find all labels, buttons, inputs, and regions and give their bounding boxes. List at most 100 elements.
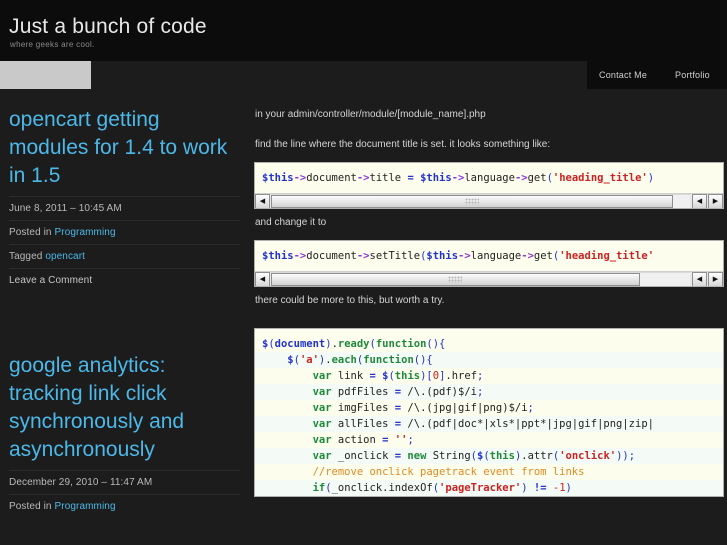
code-token: ; <box>527 402 534 414</box>
posted-in-label: Posted in <box>9 227 52 238</box>
code-token: each <box>331 354 357 366</box>
paragraph-change-it-to: and change it to <box>255 217 327 228</box>
code-token: language <box>464 172 515 184</box>
code-token: != <box>533 482 547 494</box>
code-token: this <box>394 370 421 382</box>
page-root: Just a bunch of code where geeks are coo… <box>0 0 727 545</box>
code-token: if <box>312 482 326 494</box>
post-title-link[interactable]: opencart getting modules for 1.4 to work… <box>0 90 250 196</box>
site-title[interactable]: Just a bunch of code <box>9 16 207 37</box>
code-token: -> <box>356 172 370 184</box>
category-link[interactable]: Programming <box>55 227 116 238</box>
code-token: )[ <box>420 370 433 382</box>
code-token: _onclick <box>331 450 395 462</box>
nav-bar: Contact Me Portfolio <box>0 61 727 90</box>
scroll-right-arrow-icon[interactable]: ▶ <box>708 194 723 208</box>
code-token: document <box>274 338 326 350</box>
nav-item-portfolio[interactable]: Portfolio <box>675 70 710 80</box>
code-token: (){ <box>426 338 446 350</box>
code-token: get <box>533 250 553 262</box>
code-token: -> <box>514 172 528 184</box>
code-token: var <box>312 386 332 398</box>
scroll-left-arrow-icon[interactable]: ◀ <box>692 194 707 208</box>
code-token: -> <box>356 250 370 262</box>
code-token: -> <box>451 172 465 184</box>
site-tagline: where geeks are cool. <box>10 40 95 49</box>
code-token: 'heading_title' <box>552 172 648 184</box>
code-line: var link = $(this)[0].href; <box>255 368 723 384</box>
code-token: allFiles <box>331 418 395 430</box>
code-token: new <box>407 450 427 462</box>
post-list-column: opencart getting modules for 1.4 to work… <box>0 90 250 518</box>
code-token: .indexOf <box>382 482 433 494</box>
code-token: /\.(pdf|doc*|xls*|ppt*|jpg|gif|png|zip| <box>407 418 654 430</box>
code-token: -> <box>293 172 307 184</box>
code-token: var <box>312 450 332 462</box>
scroll-thumb[interactable] <box>271 195 674 208</box>
code-token: $this <box>262 172 294 184</box>
scroll-left-arrow-icon[interactable]: ◀ <box>255 194 270 208</box>
code-horizontal-scrollbar[interactable]: ◀ ◀ ▶ <box>255 193 723 208</box>
code-block-php-before[interactable]: $this->document->title = $this->language… <box>254 162 724 209</box>
code-token: ready <box>337 338 370 350</box>
code-token: action <box>331 434 383 446</box>
code-token: var <box>312 418 332 430</box>
scroll-thumb[interactable] <box>271 273 640 286</box>
code-token: language <box>470 250 522 262</box>
code-line: if(_onclick.indexOf('pageTracker') != -1… <box>255 480 723 496</box>
code-line: $('a').each(function(){ <box>255 352 723 368</box>
code-horizontal-scrollbar[interactable]: ◀ ◀ ▶ <box>255 271 723 286</box>
scroll-left-arrow-icon[interactable]: ◀ <box>692 272 707 286</box>
posted-in-label: Posted in <box>9 501 52 512</box>
code-token: _onclick <box>331 482 383 494</box>
scroll-left-arrow-icon[interactable]: ◀ <box>255 272 270 286</box>
code-line: $(document).ready(function(){ <box>255 336 723 352</box>
code-lines: $this->document->setTitle($this->languag… <box>255 248 723 264</box>
paragraph-find-line: find the line where the document title i… <box>255 139 551 150</box>
post-date: June 8, 2011 – 10:45 AM <box>9 196 240 220</box>
scroll-track[interactable] <box>271 272 690 286</box>
post-category-row: Posted in Programming <box>9 494 240 518</box>
code-token: setTitle <box>369 250 421 262</box>
code-token: 'a' <box>299 354 319 366</box>
code-token: var <box>312 402 332 414</box>
code-block-php-after[interactable]: $this->document->setTitle($this->languag… <box>254 240 724 287</box>
code-block-js-analytics[interactable]: $(document).ready(function(){ $('a').eac… <box>254 328 724 497</box>
category-link[interactable]: Programming <box>55 501 116 512</box>
leave-comment-link[interactable]: Leave a Comment <box>9 275 92 286</box>
tag-link[interactable]: opencart <box>45 251 85 262</box>
code-token: function <box>363 354 414 366</box>
code-token: 'onclick' <box>559 450 617 462</box>
code-token: $this <box>262 250 294 262</box>
code-token: function <box>375 338 427 350</box>
code-pad <box>255 264 723 271</box>
scroll-grip-icon <box>448 276 463 283</box>
post-title-link[interactable]: google analytics: tracking link click sy… <box>0 336 250 470</box>
code-token: 'heading_title' <box>559 250 655 262</box>
code-lines: $(document).ready(function(){ $('a').eac… <box>255 336 723 496</box>
code-pad <box>255 329 723 336</box>
code-line: var allFiles = /\.(pdf|doc*|xls*|ppt*|jp… <box>255 416 723 432</box>
code-token: .href <box>445 370 478 382</box>
nav-item-contact-me[interactable]: Contact Me <box>599 70 647 80</box>
code-token: )); <box>616 450 636 462</box>
post-date: December 29, 2010 – 11:47 AM <box>9 470 240 494</box>
code-token: $this <box>420 172 452 184</box>
code-token: $this <box>426 250 459 262</box>
code-token: (){ <box>413 354 433 366</box>
code-pad <box>255 241 723 248</box>
post-comments-row: Leave a Comment <box>9 268 240 292</box>
scroll-track[interactable] <box>271 194 690 208</box>
code-token: ; <box>476 386 484 398</box>
nav-logo-placeholder[interactable] <box>0 61 91 89</box>
scroll-right-arrow-icon[interactable]: ▶ <box>708 272 723 286</box>
code-lines: $this->document->title = $this->language… <box>255 170 723 186</box>
code-token: -> <box>458 250 471 262</box>
